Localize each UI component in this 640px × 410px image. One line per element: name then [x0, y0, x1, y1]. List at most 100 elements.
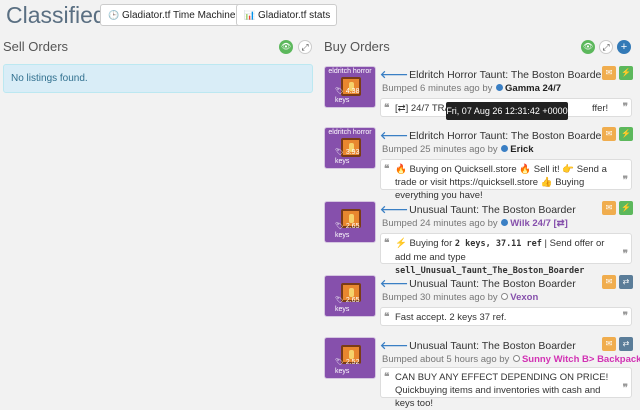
status-dot-icon: [512, 355, 520, 363]
quote-right-icon: ❞: [622, 383, 628, 394]
comment-text: CAN BUY ANY EFFECT DEPENDING ON PRICE! Q…: [395, 372, 609, 409]
quote-left-icon: ❝: [384, 312, 390, 323]
time-machine-label: Gladiator.tf Time Machine: [122, 10, 236, 21]
price-label: 2.52 keys: [335, 359, 360, 375]
timestamp-tooltip: Fri, 07 Aug 26 12:31:42 +0000: [446, 102, 568, 120]
quote-right-icon: ❞: [622, 311, 628, 322]
buy-orders-title: Buy Orders: [324, 39, 390, 54]
item-thumbnail[interactable]: 🏷 2.65 keys: [324, 201, 376, 243]
user-link[interactable]: Vexon: [510, 292, 538, 303]
price-tag: 🏷 2.65 keys: [335, 223, 360, 239]
user-link[interactable]: Gamma 24/7: [505, 83, 561, 94]
expand-icon[interactable]: ⤢: [298, 40, 312, 54]
bumped-info: Bumped about 5 hours ago by Sunny Witch …: [382, 354, 640, 365]
message-icon[interactable]: ✉: [602, 275, 616, 289]
bar-chart-icon: 📊: [244, 10, 256, 20]
listing-title-text: Unusual Taunt: The Boston Boarder: [409, 204, 576, 216]
listing-title[interactable]: 🡐Eldritch Horror Taunt: The Boston Board…: [380, 68, 605, 81]
user-link[interactable]: Wilk 24/7 [⇄]: [510, 218, 568, 229]
quote-left-icon: ❝: [384, 372, 390, 383]
price-tag: 🏷 2.65 keys: [335, 297, 360, 313]
bumped-info: Bumped 25 minutes ago by Erick: [382, 144, 534, 155]
user-link[interactable]: Erick: [510, 144, 533, 155]
eye-toggle-icon[interactable]: 👁: [581, 40, 595, 54]
arrow-left-icon: 🡐: [380, 278, 409, 290]
quote-right-icon: ❞: [622, 102, 628, 113]
listing-comment: ❝ ⚡ Buying for 2 keys, 37.11 ref | Send o…: [380, 233, 632, 276]
bumped-info: Bumped 24 minutes ago by Wilk 24/7 [⇄]: [382, 218, 568, 229]
message-icon[interactable]: ✉: [602, 337, 616, 351]
comment-text-end: ffer!: [592, 103, 609, 114]
lightning-icon[interactable]: ⚡: [619, 201, 633, 215]
quote-right-icon: ❞: [622, 175, 628, 186]
listing-title[interactable]: 🡐Eldritch Horror Taunt: The Boston Board…: [380, 129, 605, 142]
bumped-text: Bumped 30 minutes ago by: [382, 292, 498, 303]
comment-text: ⚡ Buying for: [395, 238, 455, 249]
time-machine-button[interactable]: 🕒 Gladiator.tf Time Machine: [100, 4, 243, 26]
price-tag: 🏷 3.93 keys: [335, 149, 360, 165]
bumped-text: Bumped 25 minutes ago by: [382, 144, 498, 155]
stats-button[interactable]: 📊 Gladiator.tf stats: [236, 4, 338, 26]
add-listing-icon[interactable]: +: [617, 40, 631, 54]
bumped-text: Bumped 24 minutes ago by: [382, 218, 498, 229]
listing-item: eldritch horror 🏷 3.93 keys 🡐Eldritch Ho…: [324, 127, 634, 201]
arrow-left-icon: 🡐: [380, 340, 409, 352]
listing-title[interactable]: 🡐Unusual Taunt: The Boston Boarder: [380, 203, 576, 216]
price-label: 2.65 keys: [335, 297, 360, 313]
arrow-left-icon: 🡐: [380, 204, 409, 216]
bumped-info: Bumped 6 minutes ago by Gamma 24/7: [382, 83, 561, 94]
comment-text: 🔥 Buying on Quicksell.store 🔥 Sell it! 👉…: [395, 164, 607, 201]
listing-title[interactable]: 🡐Unusual Taunt: The Boston Boarder: [380, 339, 576, 352]
quote-left-icon: ❝: [384, 238, 390, 249]
stats-label: Gladiator.tf stats: [258, 10, 331, 21]
item-thumbnail[interactable]: eldritch horror 🏷 4.38 keys: [324, 66, 376, 108]
item-quality-tag: eldritch horror: [328, 68, 372, 75]
listing-comment: ❝ Fast accept. 2 keys 37 ref. ❞: [380, 307, 632, 326]
quote-right-icon: ❞: [622, 249, 628, 260]
arrow-left-icon: 🡐: [380, 69, 409, 81]
listing-title[interactable]: 🡐Unusual Taunt: The Boston Boarder: [380, 277, 576, 290]
expand-icon[interactable]: ⤢: [599, 40, 613, 54]
exchange-icon[interactable]: ⇄: [619, 275, 633, 289]
listing-item: 🏷 2.65 keys 🡐Unusual Taunt: The Boston B…: [324, 275, 634, 327]
comment-price: 2 keys, 37.11 ref: [454, 239, 542, 249]
item-thumbnail[interactable]: 🏷 2.65 keys: [324, 275, 376, 317]
comment-text: [⇄] 24/7 TRA: [395, 103, 451, 114]
lightning-icon[interactable]: ⚡: [619, 66, 633, 80]
listing-title-text: Unusual Taunt: The Boston Boarder: [409, 340, 576, 352]
listing-comment: ❝ 🔥 Buying on Quicksell.store 🔥 Sell it! …: [380, 159, 632, 201]
status-dot-icon: [501, 219, 509, 227]
listing-title-text: Unusual Taunt: The Boston Boarder: [409, 278, 576, 290]
bumped-info: Bumped 30 minutes ago by Vexon: [382, 292, 538, 303]
listing-item: 🏷 2.65 keys 🡐Unusual Taunt: The Boston B…: [324, 201, 634, 276]
bumped-text: Bumped 6 minutes ago by: [382, 83, 493, 94]
sell-orders-title: Sell Orders: [3, 39, 69, 54]
exchange-icon[interactable]: ⇄: [619, 337, 633, 351]
status-dot-icon: [496, 84, 504, 92]
status-dot-icon: [501, 293, 509, 301]
price-label: 4.38 keys: [335, 88, 360, 104]
lightning-icon[interactable]: ⚡: [619, 127, 633, 141]
item-thumbnail[interactable]: eldritch horror 🏷 3.93 keys: [324, 127, 376, 169]
comment-text: Fast accept. 2 keys 37 ref.: [395, 312, 507, 323]
page-header: Classifieds 🕒 Gladiator.tf Time Machine 📊…: [0, 0, 640, 32]
message-icon[interactable]: ✉: [602, 66, 616, 80]
listing-item: 🏷 2.52 keys 🡐Unusual Taunt: The Boston B…: [324, 337, 640, 409]
quote-left-icon: ❝: [384, 164, 390, 175]
eye-toggle-icon[interactable]: 👁: [279, 40, 293, 54]
price-tag: 🏷 4.38 keys: [335, 88, 360, 104]
bumped-text: Bumped about 5 hours ago by: [382, 354, 510, 365]
item-quality-tag: eldritch horror: [328, 129, 372, 136]
quote-left-icon: ❝: [384, 103, 390, 114]
item-thumbnail[interactable]: 🏷 2.52 keys: [324, 337, 376, 379]
message-icon[interactable]: ✉: [602, 127, 616, 141]
price-label: 2.65 keys: [335, 223, 360, 239]
listing-title-text: Eldritch Horror Taunt: The Boston Boarde…: [409, 130, 605, 142]
listing-title-text: Eldritch Horror Taunt: The Boston Boarde…: [409, 69, 605, 81]
message-icon[interactable]: ✉: [602, 201, 616, 215]
price-tag: 🏷 2.52 keys: [335, 359, 360, 375]
clock-icon: 🕒: [108, 10, 120, 20]
price-label: 3.93 keys: [335, 149, 360, 165]
user-link[interactable]: Sunny Witch B> Backpacks!: [522, 354, 640, 365]
arrow-left-icon: 🡐: [380, 130, 409, 142]
